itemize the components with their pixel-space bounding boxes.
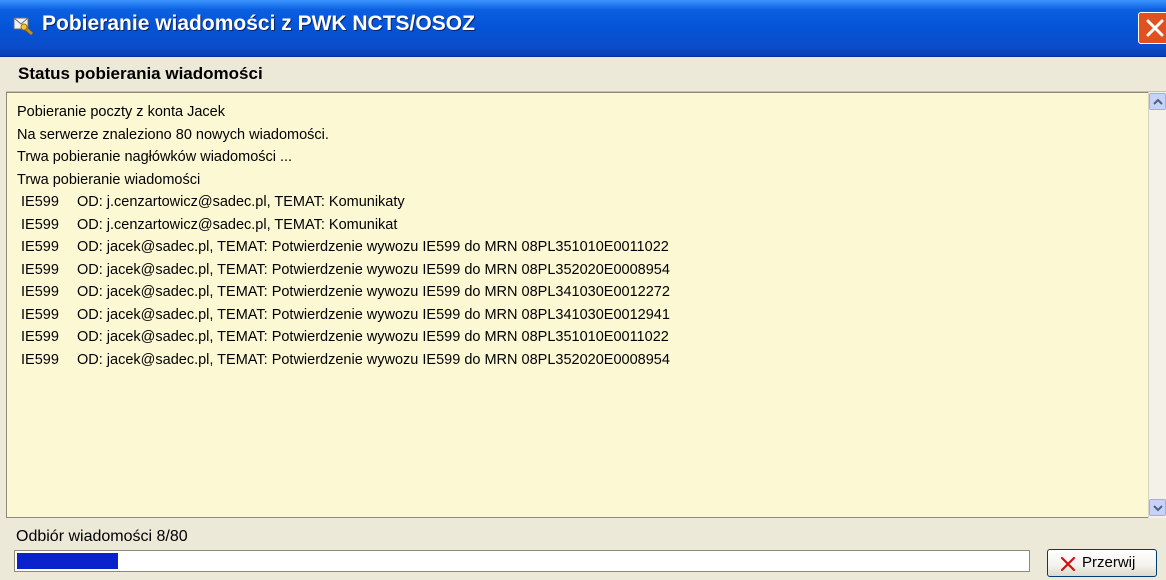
chevron-up-icon xyxy=(1153,98,1163,105)
log-line: Trwa pobieranie nagłówków wiadomości ... xyxy=(17,149,293,165)
window-title: Pobieranie wiadomości z PWK NCTS/OSOZ xyxy=(42,12,475,35)
chevron-down-icon xyxy=(1153,505,1163,512)
title-bar[interactable]: Pobieranie wiadomości z PWK NCTS/OSOZ xyxy=(0,0,1166,57)
message-text: OD: j.cenzartowicz@sadec.pl, TEMAT: Komu… xyxy=(77,194,405,210)
message-text: OD: j.cenzartowicz@sadec.pl, TEMAT: Komu… xyxy=(77,216,398,233)
stop-button[interactable]: Przerwij xyxy=(1047,549,1157,577)
message-code: IE599 xyxy=(21,239,59,255)
log-line: Pobieranie poczty z konta Jacek xyxy=(17,104,225,120)
stop-button-label: Przerwij xyxy=(1082,554,1136,571)
message-text: OD: jacek@sadec.pl, TEMAT: Potwierdzenie… xyxy=(77,261,670,278)
message-text: OD: jacek@sadec.pl, TEMAT: Potwierdzenie… xyxy=(77,306,670,323)
message-code: IE599 xyxy=(21,329,59,345)
message-text: OD: jacek@sadec.pl, TEMAT: Potwierdzenie… xyxy=(77,351,670,368)
section-header: Status pobierania wiadomości xyxy=(6,56,1166,92)
message-text: OD: jacek@sadec.pl, TEMAT: Potwierdzenie… xyxy=(77,329,669,345)
download-dialog: Pobieranie wiadomości z PWK NCTS/OSOZ St… xyxy=(0,0,1166,580)
message-row: IE599 OD: jacek@sadec.pl, TEMAT: Potwierd… xyxy=(17,259,670,282)
log-line: Na serwerze znaleziono 80 nowych wiadomo… xyxy=(17,126,329,143)
message-text: OD: jacek@sadec.pl, TEMAT: Potwierdzenie… xyxy=(77,284,670,300)
scroll-up-button[interactable] xyxy=(1149,93,1166,110)
message-code: IE599 xyxy=(21,306,59,323)
progress-bar xyxy=(14,550,1030,572)
message-code: IE599 xyxy=(21,351,59,368)
message-log[interactable]: Pobieranie poczty z konta Jacek Na serwe… xyxy=(6,92,1154,518)
message-row: IE599 OD: jacek@sadec.pl, TEMAT: Potwierd… xyxy=(17,326,670,349)
progress-fill xyxy=(17,553,118,569)
message-code: IE599 xyxy=(21,284,59,300)
message-row: IE599 OD: jacek@sadec.pl, TEMAT: Potwierd… xyxy=(17,236,670,259)
message-row: IE599 OD: j.cenzartowicz@sadec.pl, TEMAT:… xyxy=(17,214,670,237)
message-row: IE599 OD: jacek@sadec.pl, TEMAT: Potwierd… xyxy=(17,304,670,327)
close-icon xyxy=(1146,19,1164,37)
message-row: IE599 OD: jacek@sadec.pl, TEMAT: Potwierd… xyxy=(17,281,670,304)
scroll-down-button[interactable] xyxy=(1149,499,1166,516)
vertical-scrollbar[interactable] xyxy=(1148,92,1166,518)
window-app-icon xyxy=(13,17,33,36)
message-row: IE599 OD: jacek@sadec.pl, TEMAT: Potwierd… xyxy=(17,349,670,372)
log-line: Trwa pobieranie wiadomości xyxy=(17,171,201,188)
message-text: OD: jacek@sadec.pl, TEMAT: Potwierdzenie… xyxy=(77,239,669,255)
message-code: IE599 xyxy=(21,261,59,278)
message-code: IE599 xyxy=(21,216,59,233)
message-code: IE599 xyxy=(21,194,59,210)
message-row: IE599 OD: j.cenzartowicz@sadec.pl, TEMAT:… xyxy=(17,191,670,214)
close-button[interactable] xyxy=(1138,12,1166,44)
download-status: Odbiór wiadomości 8/80 xyxy=(16,528,188,545)
x-mark-icon xyxy=(1060,556,1076,572)
